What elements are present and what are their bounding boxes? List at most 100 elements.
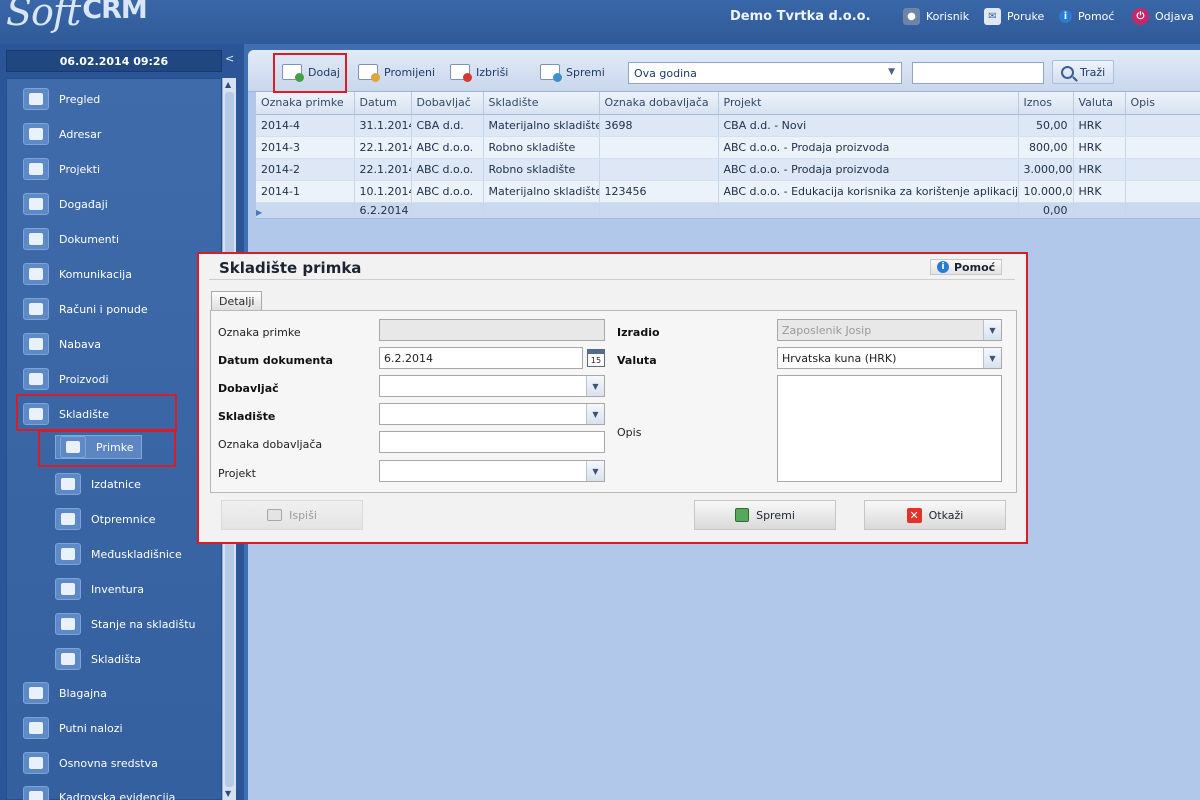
products-icon [23, 368, 49, 390]
travel-order-icon [23, 717, 49, 739]
details-panel: Oznaka primke Datum dokumenta 6.2.2014 1… [210, 310, 1017, 493]
sidebar-nav: Pregled Adresar Projekti Događaji Dokume… [6, 78, 222, 800]
oznaka-primke-field [379, 319, 605, 341]
table-row[interactable]: 2014-3 22.1.2014 ABC d.o.o. Robno skladište… [256, 136, 1200, 159]
label-datum-dokumenta: Datum dokumenta [218, 354, 333, 367]
column-header[interactable]: Iznos [1018, 92, 1074, 115]
skladiste-select[interactable]: ▼ [379, 403, 605, 425]
sidebar-subitem-otpremnice[interactable]: Otpremnice [55, 507, 156, 531]
messages-button[interactable]: ✉ Poruke [984, 6, 1044, 26]
dialog-title: Skladište primka [219, 259, 362, 277]
search-input[interactable] [912, 62, 1044, 84]
current-datetime: 06.02.2014 09:26 [6, 50, 222, 72]
search-icon [1061, 65, 1074, 79]
period-select[interactable]: Ova godina ▼ [628, 62, 902, 84]
calendar-icon[interactable]: 15 [587, 349, 605, 367]
column-header[interactable]: Datum [354, 92, 412, 115]
save-icon [540, 64, 562, 82]
user-icon: ● [903, 7, 920, 25]
sidebar-item-skladiste[interactable]: Skladište [23, 402, 109, 426]
sidebar-item-nabava[interactable]: Nabava [23, 332, 101, 356]
documents-icon [23, 228, 49, 250]
dialog-help-button[interactable]: i Pomoć [930, 259, 1003, 275]
issue-note-icon [55, 473, 81, 495]
chevron-down-icon[interactable]: ▼ [586, 461, 604, 481]
warehouses-icon [55, 648, 81, 670]
print-button: Ispiši [221, 500, 363, 530]
oznaka-dobavljaca-field[interactable] [379, 431, 605, 453]
datum-dokumenta-field[interactable]: 6.2.2014 [379, 347, 583, 369]
address-book-icon [23, 123, 49, 145]
sidebar-item-racuni[interactable]: Računi i ponude [23, 297, 148, 321]
save-button[interactable]: Spremi [694, 500, 836, 530]
collapse-sidebar-button[interactable]: < [225, 52, 234, 65]
sidebar-item-blagajna[interactable]: Blagajna [23, 681, 107, 705]
sidebar-item-komunikacija[interactable]: Komunikacija [23, 262, 132, 286]
scroll-up-icon[interactable]: ▲ [225, 80, 231, 89]
sidebar-item-pregled[interactable]: Pregled [23, 87, 100, 111]
sidebar-subitem-stanje[interactable]: Stanje na skladištu [55, 612, 196, 636]
chevron-down-icon[interactable]: ▼ [586, 376, 604, 396]
chevron-down-icon[interactable]: ▼ [983, 348, 1001, 368]
table-row[interactable]: 2014-4 31.1.2014 CBA d.d. Materijalno sklad… [256, 114, 1200, 137]
sidebar-item-adresar[interactable]: Adresar [23, 122, 101, 146]
receipt-icon [60, 436, 86, 458]
valuta-select[interactable]: Hrvatska kuna (HRK) ▼ [777, 347, 1002, 369]
column-header[interactable]: Dobavljač [411, 92, 484, 115]
app-header: SoftCRM Demo Tvrtka d.o.o. ● Korisnik ✉ … [0, 0, 1200, 44]
personnel-icon [23, 786, 49, 800]
izradio-select: Zaposlenik Josip ▼ [777, 319, 1002, 341]
search-button[interactable]: Traži [1052, 60, 1115, 84]
projekt-select[interactable]: ▼ [379, 460, 605, 482]
add-button[interactable]: Dodaj [276, 60, 346, 84]
sidebar-item-kadrovska[interactable]: Kadrovska evidencija [23, 786, 175, 800]
save-icon [735, 508, 750, 522]
column-header[interactable]: Oznaka dobavljača [599, 92, 719, 115]
label-valuta: Valuta [617, 354, 657, 367]
divider [209, 279, 1015, 280]
dobavljac-select[interactable]: ▼ [379, 375, 605, 397]
column-header[interactable]: Projekt [718, 92, 1019, 115]
label-dobavljac: Dobavljač [218, 382, 279, 395]
edit-icon [358, 64, 380, 82]
label-oznaka-primke: Oznaka primke [218, 326, 301, 339]
sidebar-item-osnovna-sredstva[interactable]: Osnovna sredstva [23, 751, 158, 775]
label-oznaka-dobavljaca: Oznaka dobavljača [218, 438, 323, 451]
scroll-down-icon[interactable]: ▼ [225, 789, 231, 798]
user-button[interactable]: ● Korisnik [903, 6, 969, 26]
new-table-row[interactable]: 6.2.2014 0,00 [256, 202, 1200, 219]
label-opis: Opis [617, 426, 642, 439]
chevron-down-icon[interactable]: ▼ [586, 404, 604, 424]
opis-textarea[interactable] [777, 375, 1002, 482]
sidebar-item-putni-nalozi[interactable]: Putni nalozi [23, 716, 123, 740]
sidebar-item-dokumenti[interactable]: Dokumenti [23, 227, 119, 251]
app-logo: SoftCRM [6, 0, 148, 34]
warehouse-icon [23, 403, 49, 425]
sidebar-subitem-primke[interactable]: Primke [55, 435, 143, 459]
column-header[interactable]: Oznaka primke [256, 92, 355, 115]
sidebar-item-projekti[interactable]: Projekti [23, 157, 100, 181]
table-row[interactable]: 2014-2 22.1.2014 ABC d.o.o. Robno skladište… [256, 158, 1200, 181]
sidebar-subitem-meduskladisnice[interactable]: Međuskladišnice [55, 542, 182, 566]
cancel-button[interactable]: ✕ Otkaži [864, 500, 1006, 530]
transfer-icon [55, 543, 81, 565]
sidebar-subitem-izdatnice[interactable]: Izdatnice [55, 472, 141, 496]
procurement-icon [23, 333, 49, 355]
tab-detalji[interactable]: Detalji [211, 291, 263, 311]
info-icon: i [1059, 9, 1072, 23]
sidebar-subitem-skladista[interactable]: Skladišta [55, 647, 141, 671]
help-button[interactable]: i Pomoć [1059, 6, 1114, 26]
save-toolbar-button[interactable]: Spremi [534, 60, 611, 84]
sidebar-item-proizvodi[interactable]: Proizvodi [23, 367, 109, 391]
sidebar-item-dogadaji[interactable]: Događaji [23, 192, 108, 216]
logout-button[interactable]: ⏻ Odjava [1132, 6, 1194, 26]
calendar-icon [23, 193, 49, 215]
delete-button[interactable]: Izbriši [444, 60, 514, 84]
column-header[interactable]: Valuta [1073, 92, 1126, 115]
column-header[interactable]: Skladište [483, 92, 600, 115]
column-header[interactable]: Opis [1125, 92, 1200, 115]
edit-button[interactable]: Promijeni [352, 60, 441, 84]
table-row[interactable]: 2014-1 10.1.2014 ABC d.o.o. Materijalno skl… [256, 180, 1200, 203]
sidebar-subitem-inventura[interactable]: Inventura [55, 577, 144, 601]
info-icon: i [937, 261, 949, 273]
